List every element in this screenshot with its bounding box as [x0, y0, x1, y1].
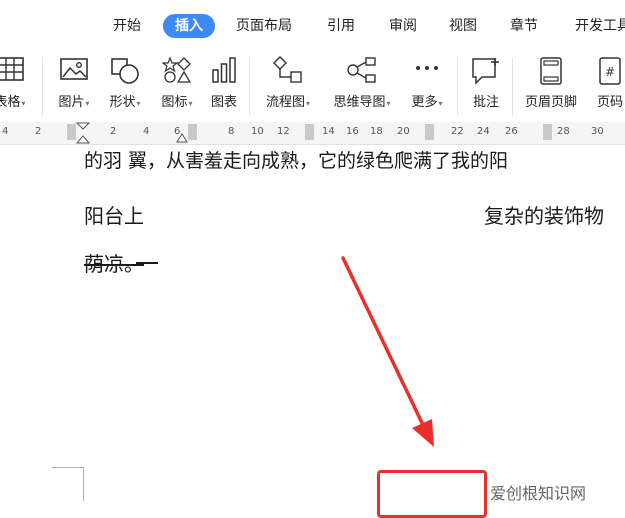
ruler-number: 10 — [251, 126, 264, 137]
mindmap-icon — [326, 56, 398, 86]
document-text-line: 阳台上 — [84, 204, 144, 228]
chevron-down-icon: ▾ — [188, 99, 193, 108]
picture-icon — [52, 56, 96, 86]
ruler-number: 14 — [322, 126, 335, 137]
bar-chart-icon — [204, 56, 244, 86]
comment-icon — [464, 56, 508, 86]
table-label: 表格 — [0, 95, 21, 110]
tab-page-layout[interactable]: 页面布局 — [236, 14, 292, 38]
ruler-number: 2 — [35, 126, 42, 137]
chevron-down-icon: ▾ — [85, 99, 90, 108]
ruler-margin-marker — [543, 124, 552, 140]
ruler-number: 6 — [174, 126, 181, 137]
ruler-number: 16 — [346, 126, 359, 137]
mindmap-button[interactable]: 思维导图▾ — [326, 52, 398, 122]
toolbar-divider — [457, 58, 458, 116]
table-icon — [0, 56, 34, 86]
ruler-number: 26 — [505, 126, 518, 137]
ruler-number: 30 — [591, 126, 604, 137]
page-number-label: 页码 — [596, 95, 623, 110]
flowchart-icon — [256, 56, 320, 86]
icon-library-button[interactable]: 图标▾ — [154, 52, 200, 122]
ruler-margin-marker — [67, 124, 76, 140]
icon-library-icon — [154, 56, 200, 86]
page-corner-marker — [52, 467, 84, 501]
document-text-line: 的羽 翼，从害羞走向成熟，它的绿色爬满了我的阳 — [84, 150, 509, 172]
ruler-number: 24 — [477, 126, 490, 137]
horizontal-ruler[interactable]: 4 2 2 4 6 8 10 12 14 16 18 20 22 24 26 2… — [0, 122, 625, 145]
ruler-number: 4 — [143, 126, 150, 137]
flowchart-label: 流程图 — [265, 95, 305, 110]
mindmap-label: 思维导图 — [333, 95, 386, 110]
ruler-number: 28 — [557, 126, 570, 137]
table-button[interactable]: 表格▾ — [0, 52, 34, 122]
ruler-number: 8 — [228, 126, 235, 137]
page-number-icon: # — [590, 56, 625, 86]
tab-chapter[interactable]: 章节 — [510, 14, 538, 38]
document-text-line: 荫凉。 — [84, 252, 144, 276]
page-number-button[interactable]: # 页码 — [590, 52, 625, 122]
ribbon-tabs: 开始 插入 页面布局 引用 审阅 视图 章节 开发工具 — [0, 0, 625, 52]
ruler-number: 12 — [277, 126, 290, 137]
tab-start[interactable]: 开始 — [113, 14, 141, 38]
toolbar-divider — [249, 58, 250, 116]
flowchart-button[interactable]: 流程图▾ — [256, 52, 320, 122]
header-footer-label: 页眉页脚 — [524, 95, 577, 110]
ruler-margin-marker — [305, 124, 314, 140]
tab-developer-tools[interactable]: 开发工具 — [575, 14, 625, 38]
strikethrough-mark — [136, 262, 158, 264]
more-button[interactable]: 更多▾ — [404, 52, 450, 122]
comment-button[interactable]: 批注 — [464, 52, 508, 122]
document-page[interactable]: 的羽 翼，从害羞走向成熟，它的绿色爬满了我的阳 阳台上 复杂的装饰物 荫凉。 — [0, 145, 625, 510]
ruler-margin-marker — [425, 124, 434, 140]
header-footer-button[interactable]: 页眉页脚 — [518, 52, 584, 122]
more-icon — [404, 56, 450, 86]
toolbar-divider — [512, 58, 513, 116]
ruler-number: 2 — [110, 126, 117, 137]
picture-label: 图片 — [58, 95, 85, 110]
red-highlight-box — [377, 470, 487, 518]
ruler-number: 22 — [451, 126, 464, 137]
toolbar-divider — [42, 58, 43, 116]
tab-review[interactable]: 审阅 — [389, 14, 417, 38]
tab-view[interactable]: 视图 — [449, 14, 477, 38]
more-label: 更多 — [411, 95, 438, 110]
chevron-down-icon: ▾ — [438, 99, 443, 108]
watermark: 爱创根知识网 — [490, 484, 587, 503]
ruler-number: 18 — [370, 126, 383, 137]
chevron-down-icon: ▾ — [306, 99, 311, 108]
comment-label: 批注 — [472, 95, 499, 110]
picture-button[interactable]: 图片▾ — [52, 52, 96, 122]
ruler-margin-marker — [188, 124, 197, 140]
shape-button[interactable]: 形状▾ — [102, 52, 148, 122]
indent-marker-icon[interactable] — [76, 122, 90, 144]
header-footer-icon — [518, 56, 584, 86]
chart-button[interactable]: 图表 — [204, 52, 244, 122]
shape-icon — [102, 56, 148, 86]
chevron-down-icon: ▾ — [386, 99, 391, 108]
tab-insert[interactable]: 插入 — [163, 14, 215, 38]
document-text-line: 复杂的装饰物 — [484, 204, 604, 228]
tab-references[interactable]: 引用 — [327, 14, 355, 38]
chevron-down-icon: ▾ — [21, 99, 26, 108]
chevron-down-icon: ▾ — [136, 99, 141, 108]
ruler-number: 20 — [397, 126, 410, 137]
svg-text:#: # — [605, 65, 615, 79]
chart-label: 图表 — [210, 95, 237, 110]
icon-library-label: 图标 — [161, 95, 188, 110]
insert-toolbar: 表格▾ 图片▾ 形状▾ 图标▾ 图表 流程图▾ 思维导图▾ 更多▾ 批注 页眉页… — [0, 52, 625, 122]
shape-label: 形状 — [109, 95, 136, 110]
ruler-number: 4 — [2, 126, 9, 137]
